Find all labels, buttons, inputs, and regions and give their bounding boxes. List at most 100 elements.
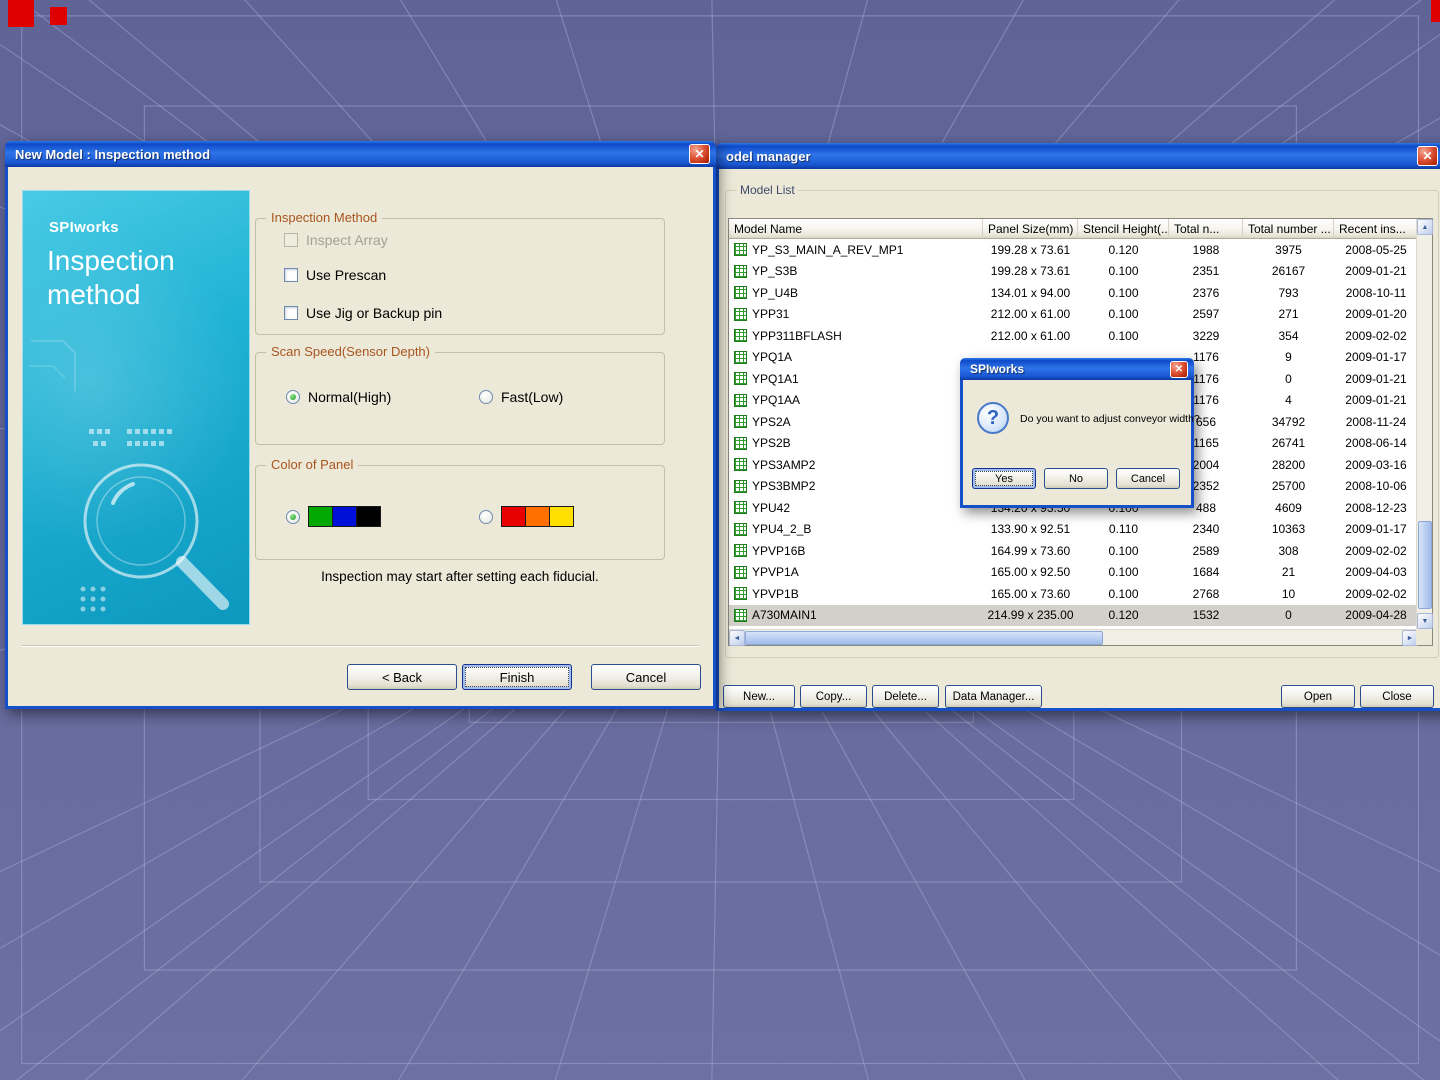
scroll-down-button[interactable]: ▼ [1417, 613, 1433, 629]
table-cell: 9 [1243, 350, 1334, 364]
arrow-left-icon: ◄ [734, 635, 741, 642]
table-cell: 3229 [1169, 329, 1243, 343]
confirm-dialog-close-button[interactable]: ✕ [1170, 361, 1188, 378]
table-cell: 165.00 x 92.50 [983, 565, 1078, 579]
table-row[interactable]: YPP31212.00 x 61.000.10025972712009-01-2… [729, 304, 1418, 326]
table-cell: 2009-02-02 [1334, 587, 1418, 601]
wizard-close-button[interactable]: ✕ [689, 144, 710, 164]
color-swatch [549, 506, 574, 527]
radio-button[interactable] [286, 510, 300, 524]
color-swatches [501, 506, 573, 527]
data-manager-button[interactable]: Data Manager... [945, 685, 1042, 708]
table-row[interactable]: YPU4_2_B133.90 x 92.510.1102340103632009… [729, 519, 1418, 541]
question-icon: ? [977, 402, 1009, 434]
confirm-dialog-body: ? Do you want to adjust conveyor width? … [960, 380, 1194, 508]
question-glyph: ? [987, 407, 999, 430]
checkbox-box[interactable] [284, 306, 298, 320]
confirm-dialog-titlebar[interactable]: SPIworks ✕ [960, 358, 1194, 380]
table-row[interactable]: YPVP16B164.99 x 73.600.10025893082009-02… [729, 540, 1418, 562]
color-swatch [356, 506, 381, 527]
wizard-titlebar[interactable]: New Model : Inspection method ✕ [5, 141, 716, 167]
table-row[interactable]: YPVP1B165.00 x 73.600.1002768102009-02-0… [729, 583, 1418, 605]
scan-speed-option[interactable]: Fast(Low) [479, 389, 563, 405]
panel-heading-line2: method [47, 279, 140, 311]
model-name-cell: YPP31 [729, 307, 983, 321]
table-cell: 134.01 x 94.00 [983, 286, 1078, 300]
table-cell: 2009-01-21 [1334, 372, 1418, 386]
table-cell: 199.28 x 73.61 [983, 264, 1078, 278]
table-row[interactable]: YPVP1A165.00 x 92.500.1001684212009-04-0… [729, 562, 1418, 584]
table-cell: 0.100 [1078, 329, 1169, 343]
new-button[interactable]: New... [723, 685, 795, 708]
model-grid-icon [734, 609, 747, 622]
finish-button[interactable]: Finish [462, 664, 572, 690]
open-button[interactable]: Open [1281, 685, 1355, 708]
table-cell: 2009-01-21 [1334, 264, 1418, 278]
no-button[interactable]: No [1044, 468, 1108, 489]
checkbox-row[interactable]: Use Prescan [284, 267, 386, 283]
scroll-left-button[interactable]: ◄ [729, 630, 745, 646]
panel-heading-line1: Inspection [47, 245, 175, 277]
scan-speed-option[interactable]: Normal(High) [286, 389, 391, 405]
confirm-message: Do you want to adjust conveyor width? [1020, 413, 1200, 425]
group-title-inspection-method: Inspection Method [266, 210, 382, 225]
table-cell: 2009-04-03 [1334, 565, 1418, 579]
checkbox-box[interactable] [284, 268, 298, 282]
model-name: YP_U4B [752, 286, 798, 300]
close-icon: ✕ [1422, 149, 1432, 163]
table-cell: 2008-12-23 [1334, 501, 1418, 515]
model-name: YPU4_2_B [752, 522, 811, 536]
model-name-cell: YP_U4B [729, 286, 983, 300]
copy-button[interactable]: Copy... [800, 685, 867, 708]
radio-button[interactable] [479, 390, 493, 404]
table-cell: 0.120 [1078, 243, 1169, 257]
radio-button[interactable] [479, 510, 493, 524]
model-name: YPP31 [752, 307, 789, 321]
model-manager-titlebar[interactable]: odel manager ✕ [716, 143, 1440, 169]
table-cell: 2008-10-06 [1334, 479, 1418, 493]
column-header[interactable]: Panel Size(mm) [983, 219, 1078, 239]
column-header[interactable]: Total number ... [1243, 219, 1334, 239]
delete-button[interactable]: Delete... [872, 685, 939, 708]
yes-button[interactable]: Yes [972, 468, 1036, 489]
checkbox-row: Inspect Array [284, 232, 388, 248]
table-row[interactable]: A730MAIN1214.99 x 235.000.120153202009-0… [729, 605, 1418, 627]
column-header[interactable]: Model Name [729, 219, 983, 239]
model-grid-icon [734, 243, 747, 256]
table-row[interactable]: YP_U4B134.01 x 94.000.10023767932008-10-… [729, 282, 1418, 304]
color-swatch [332, 506, 357, 527]
model-grid-icon [734, 372, 747, 385]
panel-color-option[interactable] [286, 506, 380, 527]
close-button[interactable]: Close [1360, 685, 1434, 708]
table-cell: 165.00 x 73.60 [983, 587, 1078, 601]
model-manager-close-button[interactable]: ✕ [1417, 146, 1438, 166]
table-row[interactable]: YP_S3B199.28 x 73.610.1002351261672009-0… [729, 261, 1418, 283]
column-header[interactable]: Recent ins... [1334, 219, 1418, 239]
checkbox-row[interactable]: Use Jig or Backup pin [284, 305, 442, 321]
table-row[interactable]: YPP311BFLASH212.00 x 61.000.100322935420… [729, 325, 1418, 347]
horizontal-scroll-thumb[interactable] [745, 631, 1103, 645]
arrow-down-icon: ▼ [1422, 618, 1429, 625]
vertical-scroll-thumb[interactable] [1418, 521, 1432, 609]
table-row[interactable]: YP_S3_MAIN_A_REV_MP1199.28 x 73.610.1201… [729, 239, 1418, 261]
radio-button[interactable] [286, 390, 300, 404]
cancel-button[interactable]: Cancel [1116, 468, 1180, 489]
horizontal-scrollbar[interactable]: ◄ ► [729, 629, 1418, 645]
model-name: YPVP16B [752, 544, 805, 558]
column-header[interactable]: Stencil Height(... [1078, 219, 1169, 239]
column-header[interactable]: Total n... [1169, 219, 1243, 239]
red-accent-square [1431, 0, 1440, 22]
table-cell: 0.100 [1078, 264, 1169, 278]
model-list-label: Model List [737, 183, 798, 197]
table-cell: 2009-01-21 [1334, 393, 1418, 407]
vertical-scrollbar[interactable]: ▲ ▼ [1416, 219, 1432, 629]
table-cell: 1532 [1169, 608, 1243, 622]
table-cell: 2009-02-02 [1334, 329, 1418, 343]
scroll-up-button[interactable]: ▲ [1417, 219, 1433, 235]
panel-color-option[interactable] [479, 506, 573, 527]
cancel-button[interactable]: Cancel [591, 664, 701, 690]
table-cell: 2009-02-02 [1334, 544, 1418, 558]
model-name-cell: YPU4_2_B [729, 522, 983, 536]
table-cell: 1988 [1169, 243, 1243, 257]
back-button[interactable]: < Back [347, 664, 457, 690]
